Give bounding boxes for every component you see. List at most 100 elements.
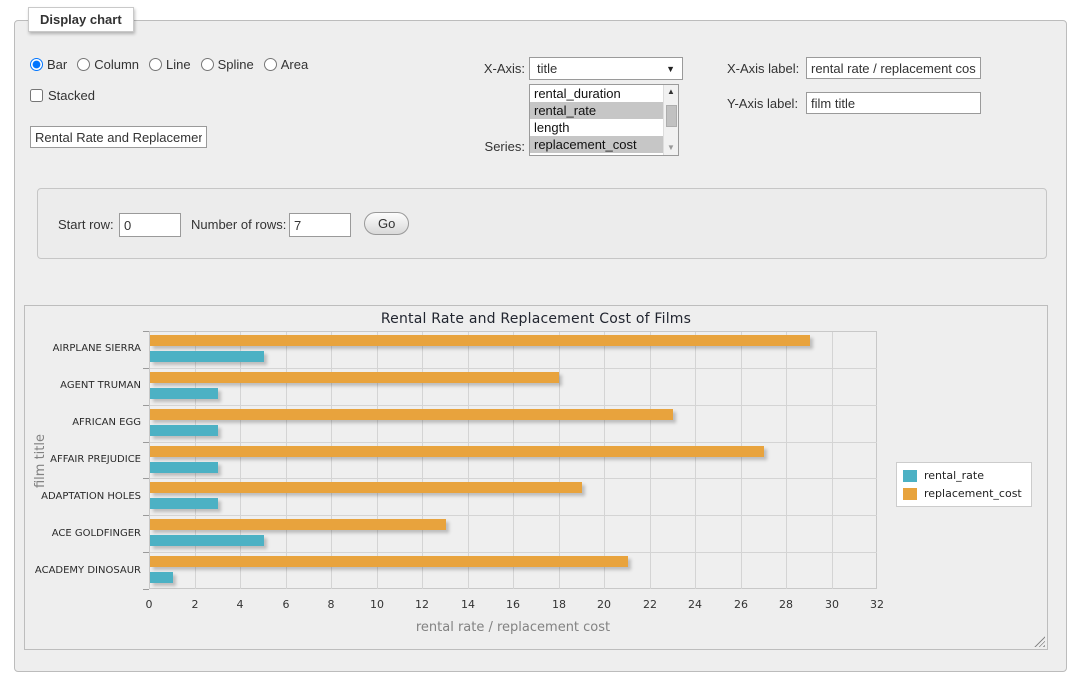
x-axis-select[interactable]: title ▼	[529, 57, 683, 80]
category-label: AFFAIR PREJUDICE	[25, 454, 141, 465]
y-axis-tick	[143, 368, 149, 369]
chart-type-spline[interactable]: Spline	[201, 57, 254, 72]
x-tick-label: 16	[496, 598, 530, 611]
bar-replacement_cost	[150, 556, 628, 567]
legend-swatch-rental_rate	[903, 470, 917, 482]
x-tick-label: 28	[769, 598, 803, 611]
gridline-vertical	[832, 332, 833, 589]
chart-type-line[interactable]: Line	[149, 57, 191, 72]
gridline-horizontal	[150, 478, 877, 479]
x-tick-label: 4	[223, 598, 257, 611]
y-axis-tick	[143, 589, 149, 590]
chart-type-bar[interactable]: Bar	[30, 57, 67, 72]
radio-bar[interactable]	[30, 58, 43, 71]
x-axis-select-label: X-Axis:	[440, 61, 525, 76]
chart-container: Rental Rate and Replacement Cost of Film…	[24, 305, 1048, 650]
gridline-vertical	[650, 332, 651, 589]
gridline-vertical	[604, 332, 605, 589]
radio-label: Area	[281, 57, 308, 72]
y-axis-tick	[143, 478, 149, 479]
category-label: ACADEMY DINOSAUR	[25, 565, 141, 576]
gridline-vertical	[195, 332, 196, 589]
series-listbox-label: Series:	[440, 139, 525, 154]
start-row-label: Start row:	[58, 217, 114, 232]
x-tick-label: 24	[678, 598, 712, 611]
gridline-vertical	[331, 332, 332, 589]
x-tick-label: 22	[633, 598, 667, 611]
gridline-horizontal	[150, 368, 877, 369]
series-option-rental_duration[interactable]: rental_duration	[530, 85, 663, 102]
radio-label: Bar	[47, 57, 67, 72]
gridline-vertical	[286, 332, 287, 589]
resize-handle-icon[interactable]	[1034, 636, 1045, 647]
radio-column[interactable]	[77, 58, 90, 71]
radio-line[interactable]	[149, 58, 162, 71]
bar-rental_rate	[150, 462, 218, 473]
bar-replacement_cost	[150, 482, 582, 493]
chevron-down-icon: ▼	[666, 64, 675, 74]
x-tick-label: 6	[269, 598, 303, 611]
gridline-vertical	[422, 332, 423, 589]
x-tick-label: 0	[132, 598, 166, 611]
x-tick-label: 10	[360, 598, 394, 611]
start-row-input[interactable]	[119, 213, 181, 237]
legend-label: rental_rate	[924, 469, 984, 482]
gridline-vertical	[786, 332, 787, 589]
y-axis-label-input[interactable]	[806, 92, 981, 114]
series-option-replacement_cost[interactable]: replacement_cost	[530, 136, 663, 153]
scrollbar-thumb[interactable]	[666, 105, 677, 127]
x-axis-label-input[interactable]	[806, 57, 981, 79]
radio-label: Column	[94, 57, 139, 72]
chart-legend: rental_rate replacement_cost	[896, 462, 1032, 507]
category-label: AFRICAN EGG	[25, 417, 141, 428]
bar-replacement_cost	[150, 409, 673, 420]
gridline-vertical	[559, 332, 560, 589]
go-button[interactable]: Go	[364, 212, 409, 235]
chart-title-input[interactable]	[30, 126, 207, 148]
category-label: AIRPLANE SIERRA	[25, 343, 141, 354]
stacked-checkbox[interactable]	[30, 89, 43, 102]
radio-label: Line	[166, 57, 191, 72]
bar-replacement_cost	[150, 519, 446, 530]
bar-replacement_cost	[150, 372, 559, 383]
y-axis-tick	[143, 331, 149, 332]
legend-row-replacement_cost: replacement_cost	[903, 487, 1022, 500]
gridline-vertical	[695, 332, 696, 589]
legend-row-rental_rate: rental_rate	[903, 469, 1022, 482]
scroll-up-icon[interactable]: ▲	[664, 85, 678, 99]
listbox-scrollbar[interactable]: ▲ ▼	[663, 85, 678, 155]
bar-rental_rate	[150, 388, 218, 399]
series-option-length[interactable]: length	[530, 119, 663, 136]
series-listbox[interactable]: rental_durationrental_ratelengthreplacem…	[529, 84, 679, 156]
chart-type-column[interactable]: Column	[77, 57, 139, 72]
radio-spline[interactable]	[201, 58, 214, 71]
bar-rental_rate	[150, 572, 173, 583]
gridline-horizontal	[150, 442, 877, 443]
x-axis-label-label: X-Axis label:	[727, 61, 799, 76]
bar-rental_rate	[150, 498, 218, 509]
category-label: ADAPTATION HOLES	[25, 491, 141, 502]
row-range-panel: Start row: Number of rows: Go	[37, 188, 1047, 259]
x-tick-label: 12	[405, 598, 439, 611]
stacked-label: Stacked	[48, 88, 95, 103]
gridline-vertical	[468, 332, 469, 589]
chart-type-area[interactable]: Area	[264, 57, 308, 72]
y-axis-tick	[143, 515, 149, 516]
chart-x-axis-title: rental rate / replacement cost	[149, 620, 877, 635]
gridline-horizontal	[150, 515, 877, 516]
x-tick-label: 20	[587, 598, 621, 611]
stacked-checkbox-row[interactable]: Stacked	[30, 88, 95, 103]
radio-label: Spline	[218, 57, 254, 72]
gridline-horizontal	[150, 552, 877, 553]
bar-replacement_cost	[150, 335, 810, 346]
category-label: AGENT TRUMAN	[25, 380, 141, 391]
legend-swatch-replacement_cost	[903, 488, 917, 500]
scroll-down-icon[interactable]: ▼	[664, 141, 678, 155]
category-label: ACE GOLDFINGER	[25, 528, 141, 539]
x-tick-label: 26	[724, 598, 758, 611]
x-tick-label: 14	[451, 598, 485, 611]
radio-area[interactable]	[264, 58, 277, 71]
x-axis-select-value: title	[537, 61, 557, 76]
number-of-rows-input[interactable]	[289, 213, 351, 237]
series-option-rental_rate[interactable]: rental_rate	[530, 102, 663, 119]
